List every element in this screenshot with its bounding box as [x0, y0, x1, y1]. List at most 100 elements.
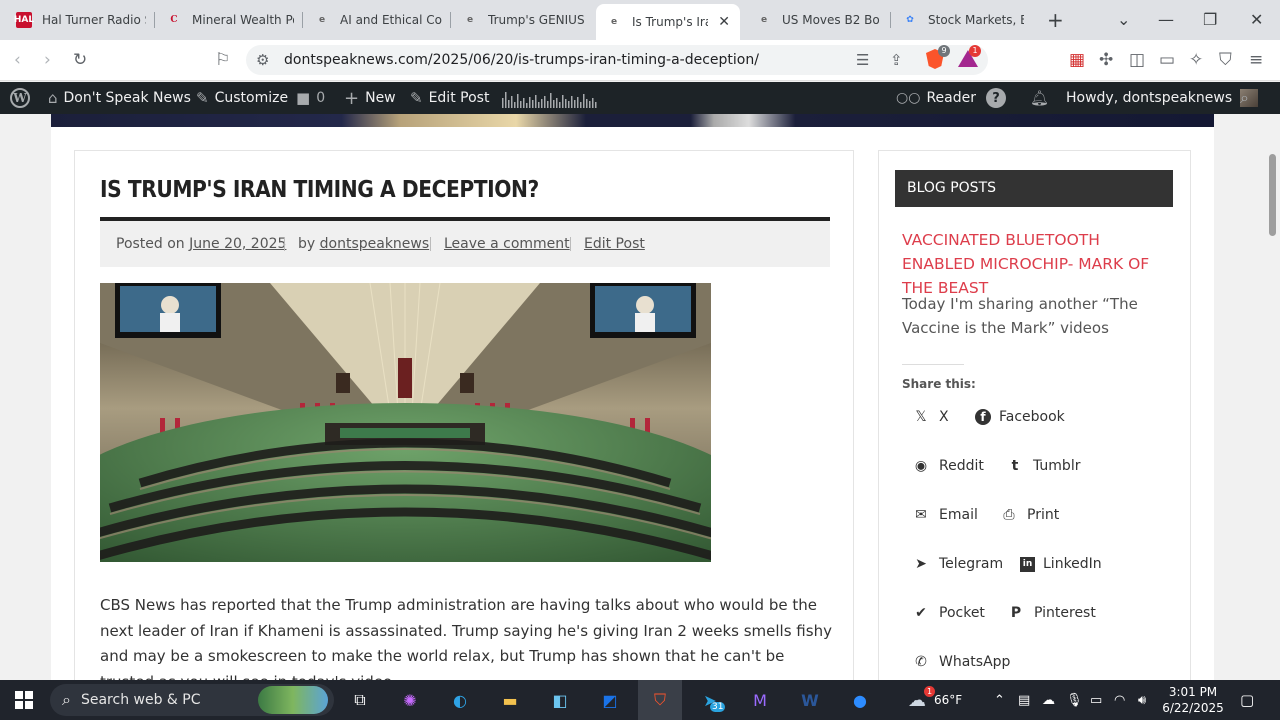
- browser-menu-icon[interactable]: ≡: [1249, 50, 1263, 70]
- word-icon[interactable]: W: [798, 688, 822, 712]
- share-label: Print: [1027, 507, 1060, 523]
- vpn-shield-icon[interactable]: ⛉: [1219, 50, 1232, 70]
- share-linkedin-button[interactable]: in LinkedIn: [1020, 549, 1102, 579]
- wordpress-logo-button[interactable]: W: [10, 82, 30, 114]
- sidebar-toggle-icon[interactable]: ◫: [1129, 50, 1145, 70]
- rewards-badge: 1: [969, 45, 981, 57]
- wifi-icon[interactable]: ◠: [1114, 680, 1125, 720]
- post-date-link[interactable]: June 20, 2025: [189, 236, 286, 252]
- page-viewport: IS TRUMP'S IRAN TIMING A DECEPTION? Post…: [0, 114, 1280, 680]
- close-tab-icon[interactable]: ✕: [718, 14, 730, 30]
- site-favicon-icon: e: [760, 15, 768, 25]
- by-label: by: [298, 236, 316, 252]
- share-whatsapp-button[interactable]: ✆ WhatsApp: [911, 647, 1010, 677]
- share-label: X: [939, 409, 949, 425]
- browser-tab[interactable]: HAL Hal Turner Radio S: [6, 4, 156, 36]
- tab-separator: [450, 12, 451, 28]
- address-bar[interactable]: ⚙ dontspeaknews.com/2025/06/20/is-trumps…: [246, 45, 988, 75]
- new-tab-icon[interactable]: +: [1047, 8, 1064, 32]
- file-explorer-icon[interactable]: ▬: [498, 688, 522, 712]
- stats-sparkline[interactable]: [502, 90, 598, 108]
- forward-arrow-icon[interactable]: ›: [44, 50, 51, 70]
- site-name-label: Don't Speak News: [63, 90, 191, 106]
- share-telegram-button[interactable]: ➤ Telegram: [911, 549, 1003, 579]
- scrollbar-thumb[interactable]: [1269, 154, 1276, 236]
- battery-icon[interactable]: ▭: [1090, 680, 1102, 720]
- task-view-icon[interactable]: ⧉: [348, 688, 372, 712]
- notifications-button[interactable]: 🔔︎: [1030, 82, 1049, 114]
- tab-separator: [890, 12, 891, 28]
- meta-divider: [284, 237, 285, 251]
- share-print-button[interactable]: ⎙ Print: [999, 500, 1059, 530]
- minimize-window-icon[interactable]: —: [1158, 10, 1174, 29]
- tray-app-icon[interactable]: ▤: [1018, 680, 1030, 720]
- microphone-icon[interactable]: 🎙︎: [1066, 680, 1083, 720]
- comments-link[interactable]: ■ 0: [296, 82, 325, 114]
- meta-divider: [570, 237, 571, 251]
- share-tumblr-button[interactable]: t Tumblr: [1005, 451, 1081, 481]
- restore-window-icon[interactable]: ❐: [1203, 10, 1217, 29]
- copilot-icon[interactable]: ✺: [398, 688, 422, 712]
- bell-icon: 🔔︎: [1030, 89, 1050, 107]
- outlook-icon[interactable]: ◩: [598, 688, 622, 712]
- share-facebook-button[interactable]: f Facebook: [975, 402, 1065, 432]
- tab-search-chevron-icon[interactable]: ⌄: [1117, 10, 1130, 29]
- site-name-link[interactable]: ⌂ Don't Speak News: [48, 82, 191, 114]
- share-x-button[interactable]: 𝕏 X: [911, 402, 949, 432]
- microsoft-store-icon[interactable]: ◧: [548, 688, 572, 712]
- browser-tab[interactable]: e AI and Ethical Con: [304, 4, 452, 36]
- browser-tab[interactable]: e Trump's GENIUS A: [452, 4, 594, 36]
- brave-browser-icon[interactable]: ⛉: [648, 688, 672, 712]
- share-pocket-button[interactable]: ✔ Pocket: [911, 598, 985, 628]
- windows-logo-icon: [15, 691, 33, 709]
- posted-on-label: Posted on: [116, 236, 185, 252]
- browser-tab[interactable]: C Mineral Wealth Po: [156, 4, 304, 36]
- customize-link[interactable]: ✎ Customize: [196, 82, 288, 114]
- share-icon[interactable]: ⇪: [890, 51, 903, 69]
- share-email-button[interactable]: ✉ Email: [911, 500, 978, 530]
- system-clock[interactable]: 3:01 PM 6/22/2025: [1162, 684, 1224, 716]
- browser-tab[interactable]: ✿ Stock Markets, Bu: [892, 4, 1034, 36]
- wallet-icon[interactable]: ▭: [1159, 50, 1175, 70]
- reload-icon[interactable]: ↻: [73, 50, 87, 70]
- parliament-chamber-image: [100, 283, 711, 562]
- search-button[interactable]: ⌕: [1240, 82, 1249, 114]
- share-pinterest-button[interactable]: P Pinterest: [1006, 598, 1096, 628]
- reader-link[interactable]: ○○ Reader: [896, 82, 976, 114]
- extensions-puzzle-icon[interactable]: ✣: [1099, 50, 1113, 70]
- browser-tab-active[interactable]: e Is Trump's Irar ✕: [596, 4, 740, 40]
- back-arrow-icon[interactable]: ‹: [14, 50, 21, 70]
- site-info-icon[interactable]: ⚙: [256, 51, 269, 69]
- author-link[interactable]: dontspeaknews: [320, 236, 430, 252]
- share-label: Reddit: [939, 458, 984, 474]
- zoom-icon[interactable]: ●: [848, 688, 872, 712]
- telegram-app-icon[interactable]: ➤ 31: [698, 688, 726, 712]
- bookmark-icon[interactable]: ⚐: [215, 50, 230, 70]
- account-menu[interactable]: Howdy, dontspeaknews: [1066, 82, 1259, 114]
- edit-post-link[interactable]: Edit Post: [584, 236, 645, 252]
- site-favicon-icon: C: [170, 15, 178, 25]
- browser-tab[interactable]: e US Moves B2 Bom: [746, 4, 890, 36]
- onedrive-cloud-icon[interactable]: ☁: [1042, 680, 1055, 720]
- taskbar-search[interactable]: ⌕ Search web & PC: [50, 684, 334, 716]
- mail-app-icon[interactable]: M: [748, 688, 772, 712]
- reader-mode-icon[interactable]: ☰: [856, 51, 869, 69]
- new-content-link[interactable]: + New: [344, 82, 396, 114]
- help-button[interactable]: ?: [986, 82, 1006, 114]
- leave-comment-link[interactable]: Leave a comment: [444, 236, 570, 252]
- page-scrollbar[interactable]: [1266, 114, 1280, 680]
- url-text[interactable]: dontspeaknews.com/2025/06/20/is-trumps-i…: [284, 52, 759, 68]
- leo-ai-icon[interactable]: ✧: [1189, 50, 1203, 70]
- close-window-icon[interactable]: ✕: [1250, 10, 1263, 29]
- volume-icon[interactable]: 🔊︎: [1138, 680, 1146, 720]
- blog-post-link[interactable]: VACCINATED BLUETOOTH ENABLED MICROCHIP- …: [902, 228, 1172, 300]
- weather-widget[interactable]: ☁ 66°F 1: [908, 680, 962, 720]
- show-hidden-icons[interactable]: ⌃: [994, 680, 1005, 720]
- site-container: IS TRUMP'S IRAN TIMING A DECEPTION? Post…: [51, 114, 1214, 680]
- extension-red-icon[interactable]: ▦: [1069, 50, 1085, 70]
- edit-post-link[interactable]: ✎ Edit Post: [410, 82, 489, 114]
- notification-center-icon[interactable]: ▢: [1240, 680, 1254, 720]
- start-button[interactable]: [12, 688, 36, 712]
- share-reddit-button[interactable]: ◉ Reddit: [911, 451, 984, 481]
- edge-browser-icon[interactable]: ◐: [448, 688, 472, 712]
